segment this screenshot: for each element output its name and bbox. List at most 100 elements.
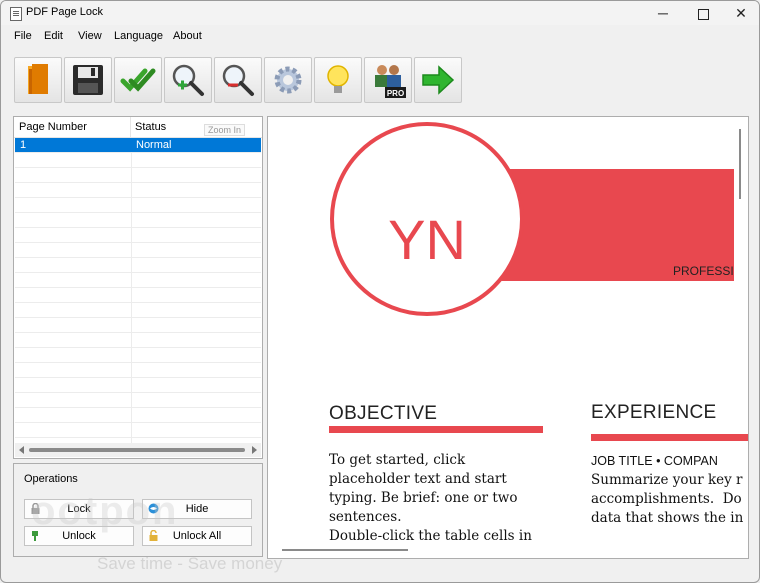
next-button[interactable] xyxy=(414,57,462,103)
operations-title: Operations xyxy=(24,473,78,485)
open-pdf-icon xyxy=(28,64,48,94)
help-button[interactable] xyxy=(314,57,362,103)
empty-row xyxy=(15,213,261,228)
zoom-out-icon xyxy=(222,64,254,96)
empty-row xyxy=(15,363,261,378)
page-list[interactable]: Page Number Status Zoom In 1 Normal xyxy=(13,116,263,459)
open-pdf-button[interactable] xyxy=(14,57,62,103)
menu-about[interactable]: About xyxy=(173,30,202,42)
experience-text: Summarize your key r accomplishments. Do… xyxy=(591,472,744,526)
empty-row xyxy=(15,183,261,198)
column-divider xyxy=(131,408,132,422)
empty-row xyxy=(15,333,261,348)
lightbulb-icon xyxy=(327,65,349,93)
job-title-line: JOB TITLE • COMPAN xyxy=(591,454,718,468)
column-divider xyxy=(131,303,132,317)
experience-heading: EXPERIENCE xyxy=(591,402,717,423)
objective-rule xyxy=(329,426,543,433)
column-divider xyxy=(131,153,132,167)
column-divider xyxy=(131,228,132,242)
zoom-in-icon xyxy=(172,64,204,96)
column-divider xyxy=(131,243,132,257)
app-icon xyxy=(10,7,22,21)
experience-rule xyxy=(591,434,748,441)
save-icon xyxy=(73,65,103,95)
maximize-button[interactable] xyxy=(683,1,723,25)
empty-row xyxy=(15,198,261,213)
objective-text: To get started, click placeholder text a… xyxy=(329,452,532,544)
preview-vertical-scroll-thumb[interactable] xyxy=(739,129,741,199)
scroll-right-icon[interactable] xyxy=(252,446,257,454)
column-divider xyxy=(131,198,132,212)
empty-row xyxy=(15,318,261,333)
column-header-page-number[interactable]: Page Number xyxy=(19,121,87,133)
status-cell: Normal xyxy=(136,139,172,151)
check-button[interactable] xyxy=(114,57,162,103)
column-divider xyxy=(131,363,132,377)
table-row[interactable]: 1 Normal xyxy=(15,138,261,153)
column-header-status[interactable]: Status xyxy=(135,121,166,133)
empty-row xyxy=(15,228,261,243)
column-divider[interactable] xyxy=(130,117,131,137)
empty-row xyxy=(15,168,261,183)
save-button[interactable] xyxy=(64,57,112,103)
menu-edit[interactable]: Edit xyxy=(44,30,63,42)
menu-language[interactable]: Language xyxy=(114,30,163,42)
empty-row xyxy=(15,408,261,423)
column-divider xyxy=(131,333,132,347)
column-divider xyxy=(131,183,132,197)
preview-horizontal-scroll-thumb[interactable] xyxy=(282,549,408,551)
close-button[interactable]: ✕ xyxy=(721,1,759,25)
empty-row xyxy=(15,288,261,303)
empty-row xyxy=(15,243,261,258)
empty-row xyxy=(15,423,261,438)
column-divider xyxy=(131,168,132,182)
empty-row xyxy=(15,348,261,363)
unlock-all-label: Unlock All xyxy=(172,530,222,542)
gear-icon xyxy=(274,66,302,94)
menu-file[interactable]: File xyxy=(14,30,32,42)
empty-row xyxy=(15,258,261,273)
minimize-button[interactable]: ─ xyxy=(643,1,683,25)
column-divider xyxy=(131,348,132,362)
profession-text: PROFESSI xyxy=(673,264,734,278)
column-divider xyxy=(131,288,132,302)
list-header: Page Number Status Zoom In xyxy=(14,117,262,138)
column-divider xyxy=(131,378,132,392)
zoom-out-button[interactable] xyxy=(214,57,262,103)
initials: YN xyxy=(388,208,466,271)
maximize-icon xyxy=(697,8,709,20)
empty-row xyxy=(15,273,261,288)
watermark-slogan: Save time - Save money xyxy=(97,554,283,573)
column-divider xyxy=(131,213,132,227)
zoom-in-tooltip: Zoom In xyxy=(204,124,246,136)
check-icon xyxy=(120,68,156,92)
zoom-in-button[interactable] xyxy=(164,57,212,103)
empty-row xyxy=(15,393,261,408)
column-divider xyxy=(131,393,132,407)
watermark-brand: ootpon xyxy=(31,489,179,533)
hide-label: Hide xyxy=(185,503,209,515)
scroll-left-icon[interactable] xyxy=(19,446,24,454)
horizontal-scrollbar[interactable] xyxy=(15,443,261,457)
scroll-thumb[interactable] xyxy=(29,448,245,452)
column-divider xyxy=(131,273,132,287)
empty-row xyxy=(15,153,261,168)
pro-button[interactable]: PRO xyxy=(364,57,412,103)
page-number-cell: 1 xyxy=(20,139,27,151)
window-title: PDF Page Lock xyxy=(26,6,104,18)
title-bar: PDF Page Lock ─ ✕ xyxy=(1,1,759,25)
objective-heading: OBJECTIVE xyxy=(329,403,438,424)
menu-view[interactable]: View xyxy=(78,30,102,42)
pdf-preview[interactable]: YN PROFESSI OBJECTIVE To get started, cl… xyxy=(267,116,749,559)
app-window: PDF Page Lock ─ ✕ File Edit View Languag… xyxy=(0,0,760,583)
empty-row xyxy=(15,378,261,393)
users-pro-icon: PRO xyxy=(375,65,406,98)
menu-bar: File Edit View Language About xyxy=(1,26,759,46)
column-divider xyxy=(131,318,132,332)
column-divider xyxy=(131,258,132,272)
pro-badge: PRO xyxy=(387,89,404,98)
settings-button[interactable] xyxy=(264,57,312,103)
column-divider xyxy=(131,423,132,437)
empty-row xyxy=(15,303,261,318)
